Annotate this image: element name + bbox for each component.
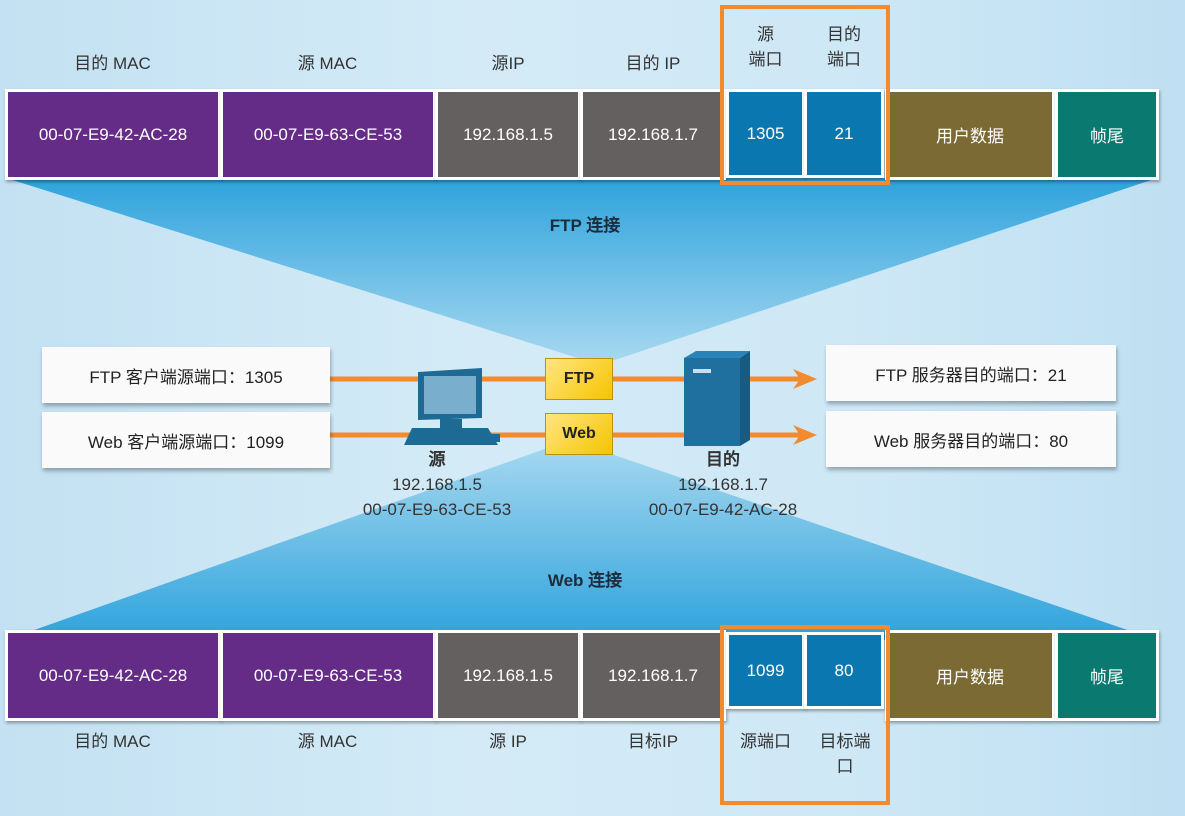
footer-src-mac: 源 MAC: [297, 732, 358, 751]
top-src-ip: 192.168.1.5: [435, 89, 581, 180]
bottom-src-ip: 192.168.1.5: [435, 630, 581, 721]
footer-dst-port: 目标端口: [806, 729, 884, 779]
ftp-envelope-icon: FTP: [545, 358, 613, 400]
bottom-dst-ip: 192.168.1.7: [580, 630, 726, 721]
header-src-ip: 源IP: [491, 54, 525, 73]
footer-dst-ip: 目标IP: [627, 732, 679, 751]
footer-src-port: 源端口: [740, 732, 791, 751]
ftp-client-port-box: FTP 客户端源端口：1305: [42, 347, 330, 403]
server-icon: [684, 351, 750, 446]
line: 目标端: [819, 732, 871, 751]
top-user-data: 用户数据: [885, 89, 1055, 180]
bottom-dst-mac: 00-07-E9-42-AC-28: [5, 630, 221, 721]
destination-caption: 目的 192.168.1.7 00-07-E9-42-AC-28: [603, 447, 843, 522]
line: 口: [836, 757, 854, 776]
source-caption: 源 192.168.1.5 00-07-E9-63-CE-53: [317, 447, 557, 522]
bottom-src-mac: 00-07-E9-63-CE-53: [220, 630, 436, 721]
web-funnel: [6, 440, 1157, 640]
source-title: 源: [428, 450, 446, 469]
destination-ip: 192.168.1.7: [678, 475, 768, 494]
source-ip: 192.168.1.5: [392, 475, 482, 494]
bottom-frame-trailer: 帧尾: [1055, 630, 1159, 721]
source-mac: 00-07-E9-63-CE-53: [362, 500, 512, 519]
top-dst-mac: 00-07-E9-42-AC-28: [5, 89, 221, 180]
destination-mac: 00-07-E9-42-AC-28: [648, 500, 798, 519]
top-src-mac: 00-07-E9-63-CE-53: [220, 89, 436, 180]
top-port-highlight: [720, 5, 890, 185]
footer-dst-mac: 目的 MAC: [74, 732, 151, 751]
web-connection-label: Web 连接: [547, 571, 623, 590]
destination-title: 目的: [706, 450, 740, 469]
web-client-port-box: Web 客户端源端口：1099: [42, 412, 330, 468]
ftp-server-port-box: FTP 服务器目的端口：21: [826, 345, 1116, 401]
web-server-port-box: Web 服务器目的端口：80: [826, 411, 1116, 467]
header-src-mac: 源 MAC: [297, 54, 358, 73]
ftp-connection-label: FTP 连接: [549, 216, 621, 235]
ftp-funnel: [6, 178, 1157, 365]
top-frame-trailer: 帧尾: [1055, 89, 1159, 180]
bottom-user-data: 用户数据: [885, 630, 1055, 721]
header-dst-mac: 目的 MAC: [74, 54, 151, 73]
top-dst-ip: 192.168.1.7: [580, 89, 726, 180]
header-dst-ip: 目的 IP: [625, 54, 681, 73]
footer-src-ip: 源 IP: [489, 732, 527, 751]
